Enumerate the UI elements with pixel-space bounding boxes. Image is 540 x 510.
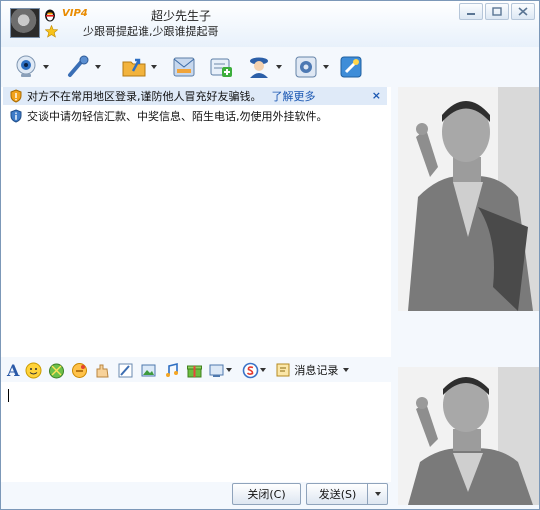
title-bar: VIP4 超少先生子 少跟哥提起谁,少跟谁提起哥: [1, 1, 539, 47]
more-button[interactable]: [241, 361, 267, 379]
main-toolbar: [1, 48, 539, 86]
fraud-warning: 交谈中请勿轻信汇款、中奖信息、陌生电话,勿使用外挂软件。: [3, 107, 387, 125]
send-sms-button[interactable]: [171, 52, 197, 82]
qq-penguin-icon: [45, 9, 55, 22]
vip-badge: VIP4: [62, 8, 88, 19]
contact-avatar[interactable]: [10, 8, 40, 38]
chat-window: VIP4 超少先生子 少跟哥提起谁,少跟谁提起哥 对方不在常用地区登录,谨防他人…: [0, 0, 540, 510]
contact-photo: [398, 87, 539, 311]
create-group-icon: [210, 58, 232, 77]
app-settings-icon: [295, 56, 317, 78]
more-icon: [243, 362, 259, 378]
star-icon: [45, 25, 58, 38]
maximize-button[interactable]: [485, 3, 509, 20]
minimize-button[interactable]: [459, 3, 483, 20]
self-show-photo[interactable]: [398, 367, 539, 505]
voice-button[interactable]: [65, 52, 101, 82]
magic-emoji-button[interactable]: [47, 361, 65, 379]
fraud-warning-text: 交谈中请勿轻信汇款、中奖信息、陌生电话,勿使用外挂软件。: [27, 110, 328, 123]
close-icon: [518, 7, 528, 16]
webcam-button[interactable]: [13, 52, 49, 82]
screenshot-icon: [209, 364, 224, 377]
send-button[interactable]: 发送(S): [306, 483, 368, 505]
maximize-icon: [492, 7, 502, 16]
image-icon: [141, 364, 156, 376]
magic-emoji-icon: [48, 363, 64, 378]
close-button[interactable]: 关闭(C): [232, 483, 301, 505]
self-photo: [398, 367, 539, 505]
minimize-icon: [467, 12, 475, 15]
share-icon: [340, 56, 362, 78]
send-options-button[interactable]: [367, 483, 388, 505]
smiley-icon: [25, 362, 42, 378]
music-button[interactable]: [162, 361, 180, 379]
gift-button[interactable]: [185, 361, 203, 379]
greeting-card-button[interactable]: [93, 361, 111, 379]
format-toolbar: A 消息记录: [1, 359, 391, 381]
text-caret: [8, 389, 9, 402]
learn-more-link[interactable]: 了解更多: [272, 88, 316, 104]
app-settings-button[interactable]: [293, 52, 329, 82]
create-group-button[interactable]: [208, 52, 234, 82]
send-image-button[interactable]: [139, 361, 157, 379]
window-controls: [459, 3, 535, 20]
shield-info-icon: [10, 109, 22, 123]
contact-signature: 少跟哥提起谁,少跟谁提起哥: [83, 25, 219, 38]
shield-warning-icon: [10, 89, 22, 103]
send-file-button[interactable]: [121, 52, 157, 82]
chevron-down-icon: [374, 492, 381, 496]
microphone-icon: [68, 55, 89, 77]
close-notice-button[interactable]: ×: [372, 89, 381, 102]
poke-icon: [71, 362, 87, 378]
history-label: 消息记录: [294, 364, 339, 377]
send-file-icon: [122, 58, 146, 77]
webcam-icon: [16, 55, 36, 77]
contact-name: 超少先生子: [151, 9, 212, 23]
doodle-icon: [118, 363, 133, 377]
send-sms-icon: [173, 57, 195, 77]
close-window-button[interactable]: [511, 3, 535, 20]
security-notice-text: 对方不在常用地区登录,谨防他人冒充好友骗钱。: [27, 90, 262, 103]
font-button[interactable]: A: [7, 361, 19, 380]
emoji-button[interactable]: [24, 361, 42, 379]
screenshot-button[interactable]: [208, 361, 233, 379]
security-notice: 对方不在常用地区登录,谨防他人冒充好友骗钱。 了解更多 ×: [3, 87, 387, 105]
poke-button[interactable]: [70, 361, 88, 379]
doodle-button[interactable]: [116, 361, 134, 379]
remote-assist-icon: [250, 57, 268, 78]
gift-icon: [186, 365, 202, 377]
music-icon: [165, 362, 178, 377]
remote-assist-button[interactable]: [246, 52, 282, 82]
chat-history[interactable]: 对方不在常用地区登录,谨防他人冒充好友骗钱。 了解更多 × 交谈中请勿轻信汇款、…: [1, 87, 391, 357]
history-icon: [276, 363, 290, 377]
hand-icon: [96, 364, 109, 377]
message-history-button[interactable]: 消息记录: [275, 362, 350, 378]
message-input[interactable]: [1, 382, 391, 482]
contact-show-photo[interactable]: [398, 87, 539, 311]
share-button[interactable]: [338, 52, 364, 82]
